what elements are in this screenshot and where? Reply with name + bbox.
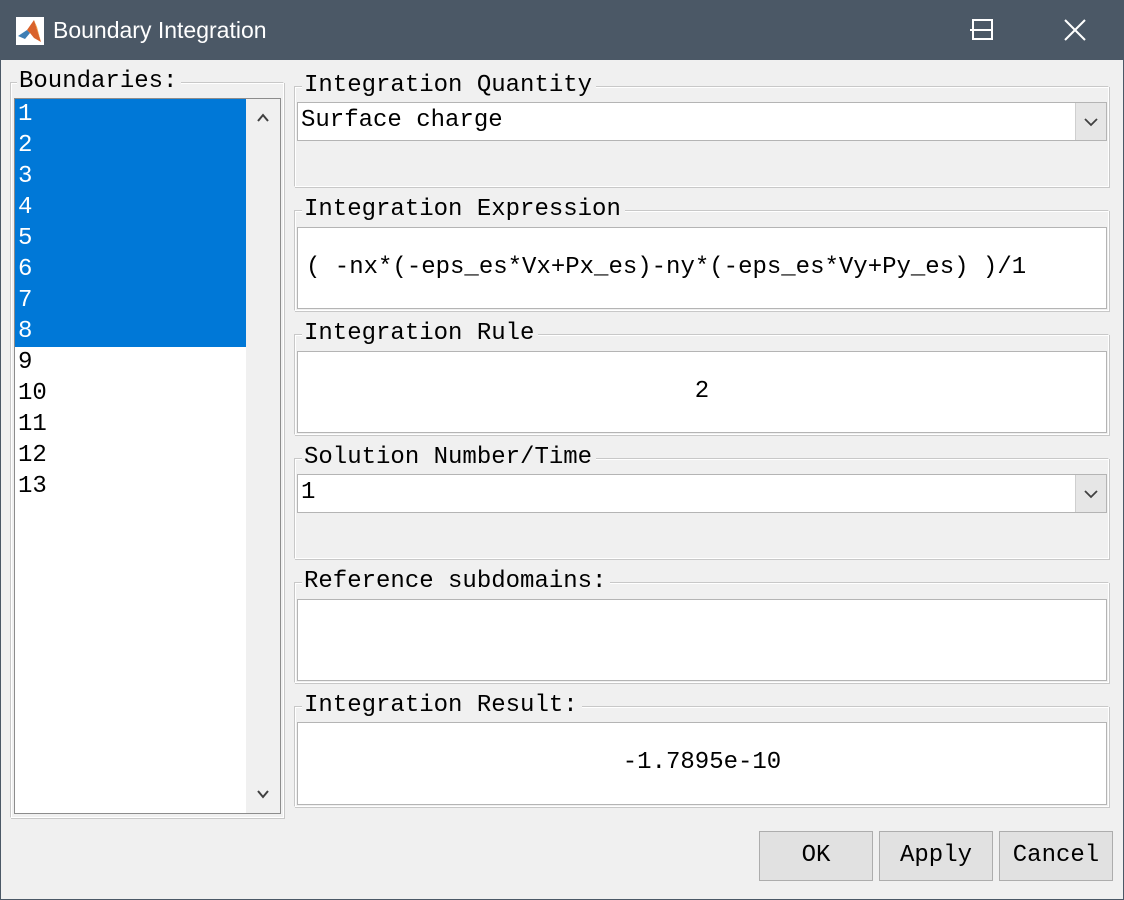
boundary-list-item[interactable]: 1 <box>15 99 246 130</box>
boundaries-label: Boundaries: <box>17 70 182 94</box>
boundaries-scrollbar[interactable] <box>246 99 280 813</box>
chevron-down-icon <box>1084 489 1098 498</box>
integration-rule-value: 2 <box>694 378 710 405</box>
boundaries-listbox[interactable]: 1 2 3 4 5 6 7 8 9 10 11 12 13 <box>14 98 281 814</box>
boundary-list-item[interactable]: 8 <box>15 316 246 347</box>
boundary-list-item[interactable]: 9 <box>15 347 246 378</box>
reference-subdomains-input[interactable] <box>297 599 1107 681</box>
boundary-list-item[interactable]: 13 <box>15 471 246 502</box>
window-title: Boundary Integration <box>53 17 267 43</box>
maximize-icon <box>972 19 993 40</box>
boundary-list-item[interactable]: 2 <box>15 130 246 161</box>
title-bar: Boundary Integration <box>0 0 1124 60</box>
integration-expression-input[interactable]: ( -nx*(-eps_es*Vx+Px_es)-ny*(-eps_es*Vy+… <box>297 227 1107 309</box>
ok-button[interactable]: OK <box>759 831 873 881</box>
integration-quantity-select[interactable]: Surface charge <box>297 102 1107 141</box>
apply-button[interactable]: Apply <box>879 831 993 881</box>
boundary-list-item[interactable]: 4 <box>15 192 246 223</box>
boundaries-list: 1 2 3 4 5 6 7 8 9 10 11 12 13 <box>15 99 246 502</box>
boundary-list-item[interactable]: 12 <box>15 440 246 471</box>
scroll-down-icon[interactable] <box>256 787 270 801</box>
matlab-app-icon <box>16 17 44 45</box>
boundary-list-item[interactable]: 5 <box>15 223 246 254</box>
integration-quantity-value: Surface charge <box>301 107 503 134</box>
close-button[interactable] <box>1028 0 1122 60</box>
integration-quantity-dropdown-button[interactable] <box>1075 103 1106 140</box>
reference-subdomains-label: Reference subdomains: <box>302 570 611 594</box>
cancel-button[interactable]: Cancel <box>999 831 1113 881</box>
integration-result-value: -1.7895e-10 <box>622 749 782 776</box>
close-icon <box>1064 19 1086 41</box>
integration-rule-input[interactable]: 2 <box>297 351 1107 433</box>
maximize-button[interactable] <box>935 0 1029 60</box>
integration-expression-label: Integration Expression <box>302 198 625 222</box>
integration-rule-label: Integration Rule <box>302 322 539 346</box>
solution-number-label: Solution Number/Time <box>302 446 597 470</box>
integration-result-output: -1.7895e-10 <box>297 722 1107 805</box>
boundary-list-item[interactable]: 11 <box>15 409 246 440</box>
boundary-list-item[interactable]: 10 <box>15 378 246 409</box>
boundary-list-item[interactable]: 6 <box>15 254 246 285</box>
solution-number-select[interactable]: 1 <box>297 474 1107 513</box>
chevron-down-icon <box>1084 117 1098 126</box>
solution-number-dropdown-button[interactable] <box>1075 475 1106 512</box>
solution-number-value: 1 <box>301 479 316 506</box>
boundary-list-item[interactable]: 3 <box>15 161 246 192</box>
integration-expression-value: ( -nx*(-eps_es*Vx+Px_es)-ny*(-eps_es*Vy+… <box>306 254 1027 281</box>
scroll-up-icon[interactable] <box>256 111 270 125</box>
integration-result-label: Integration Result: <box>302 694 582 718</box>
integration-quantity-label: Integration Quantity <box>302 74 597 98</box>
boundary-list-item[interactable]: 7 <box>15 285 246 316</box>
